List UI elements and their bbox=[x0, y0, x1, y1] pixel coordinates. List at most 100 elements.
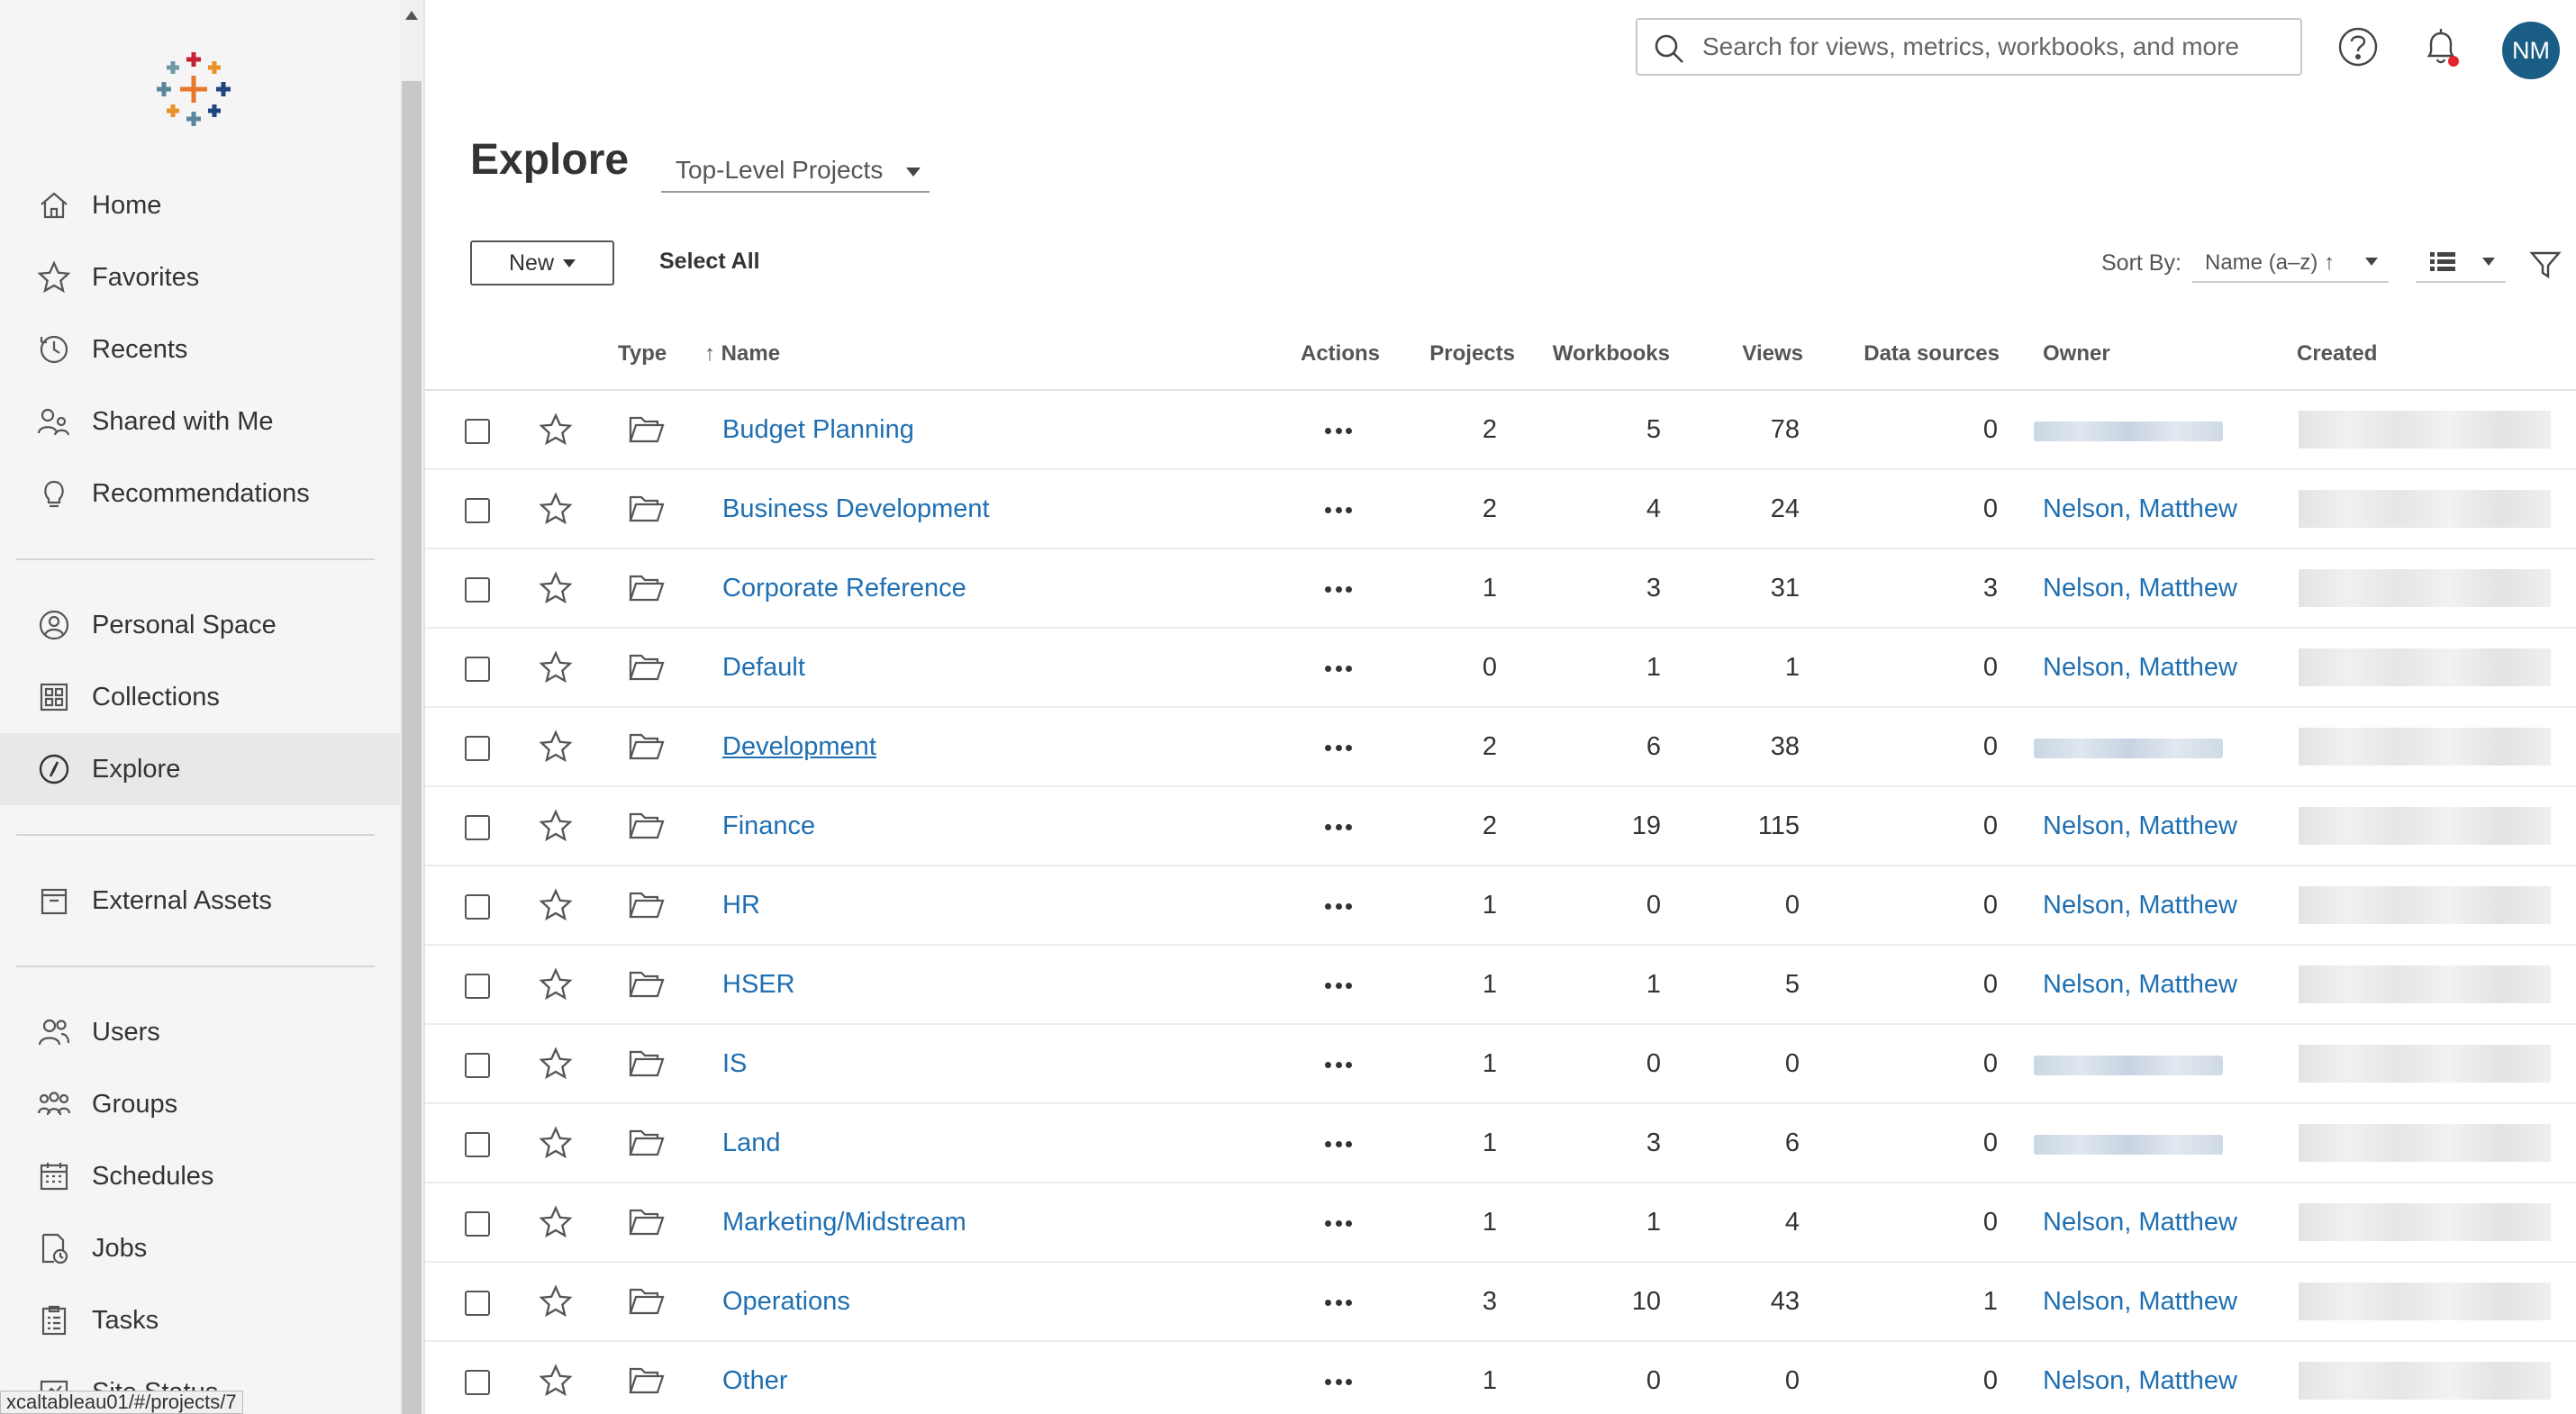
help-icon[interactable] bbox=[2336, 25, 2380, 68]
table-row[interactable]: Other 1 0 0 0 Nelson, Matthew bbox=[425, 1342, 2576, 1414]
table-row[interactable]: Marketing/Midstream 1 1 4 0 Nelson, Matthew bbox=[425, 1183, 2576, 1263]
row-checkbox[interactable] bbox=[465, 815, 490, 840]
favorite-star-icon[interactable] bbox=[539, 967, 573, 1002]
column-header-data-sources[interactable]: Data sources bbox=[1812, 333, 2000, 391]
favorite-star-icon[interactable] bbox=[539, 1047, 573, 1081]
user-avatar[interactable]: NM bbox=[2502, 22, 2560, 79]
row-checkbox[interactable] bbox=[465, 419, 490, 444]
table-row[interactable]: Finance 2 19 115 0 Nelson, Matthew bbox=[425, 787, 2576, 866]
tableau-logo-icon[interactable] bbox=[153, 49, 234, 130]
owner-link[interactable]: Nelson, Matthew bbox=[2043, 629, 2237, 706]
row-checkbox[interactable] bbox=[465, 657, 490, 682]
project-name-link[interactable]: Development bbox=[722, 708, 876, 785]
favorite-star-icon[interactable] bbox=[539, 888, 573, 922]
select-all-button[interactable]: Select All bbox=[659, 249, 760, 275]
more-actions-icon[interactable] bbox=[1325, 824, 1352, 831]
column-header-owner[interactable]: Owner bbox=[2043, 333, 2110, 391]
more-actions-icon[interactable] bbox=[1325, 1141, 1352, 1148]
more-actions-icon[interactable] bbox=[1325, 745, 1352, 752]
table-row[interactable]: IS 1 0 0 0 bbox=[425, 1025, 2576, 1104]
row-checkbox[interactable] bbox=[465, 736, 490, 761]
row-checkbox[interactable] bbox=[465, 498, 490, 523]
project-name-link[interactable]: Land bbox=[722, 1104, 781, 1182]
sidebar-item-schedules[interactable]: Schedules bbox=[0, 1140, 400, 1212]
table-row[interactable]: Land 1 3 6 0 bbox=[425, 1104, 2576, 1183]
sidebar-item-external-assets[interactable]: External Assets bbox=[0, 865, 400, 937]
table-row[interactable]: Default 0 1 1 0 Nelson, Matthew bbox=[425, 629, 2576, 708]
favorite-star-icon[interactable] bbox=[539, 1205, 573, 1239]
column-header-workbooks[interactable]: Workbooks bbox=[1524, 333, 1670, 391]
table-row[interactable]: HSER 1 1 5 0 Nelson, Matthew bbox=[425, 946, 2576, 1025]
table-row[interactable]: Operations 3 10 43 1 Nelson, Matthew bbox=[425, 1263, 2576, 1342]
column-header-projects[interactable]: Projects bbox=[1389, 333, 1515, 391]
table-row[interactable]: Corporate Reference 1 3 31 3 Nelson, Matthew bbox=[425, 549, 2576, 629]
project-name-link[interactable]: Finance bbox=[722, 787, 815, 865]
column-header-type[interactable]: Type bbox=[618, 333, 667, 391]
owner-link[interactable]: Nelson, Matthew bbox=[2043, 1183, 2237, 1261]
sidebar-item-users[interactable]: Users bbox=[0, 996, 400, 1068]
project-name-link[interactable]: Budget Planning bbox=[722, 391, 914, 468]
favorite-star-icon[interactable] bbox=[539, 1284, 573, 1319]
sidebar-item-recommendations[interactable]: Recommendations bbox=[0, 458, 400, 530]
view-mode-dropdown[interactable] bbox=[2416, 240, 2506, 283]
project-name-link[interactable]: HR bbox=[722, 866, 760, 944]
owner-link[interactable]: Nelson, Matthew bbox=[2043, 1263, 2237, 1340]
table-row[interactable]: Business Development 2 4 24 0 Nelson, Matthew bbox=[425, 470, 2576, 549]
favorite-star-icon[interactable] bbox=[539, 809, 573, 843]
row-checkbox[interactable] bbox=[465, 894, 490, 920]
row-checkbox[interactable] bbox=[465, 1370, 490, 1395]
sidebar-item-collections[interactable]: Collections bbox=[0, 661, 400, 733]
owner-link[interactable]: Nelson, Matthew bbox=[2043, 470, 2237, 548]
table-row[interactable]: Development 2 6 38 0 bbox=[425, 708, 2576, 787]
sidebar-item-explore[interactable]: Explore bbox=[0, 733, 400, 805]
favorite-star-icon[interactable] bbox=[539, 1126, 573, 1160]
sort-by-dropdown[interactable]: Name (a–z) ↑ bbox=[2192, 240, 2389, 283]
more-actions-icon[interactable] bbox=[1325, 428, 1352, 435]
project-name-link[interactable]: Other bbox=[722, 1342, 788, 1414]
favorite-star-icon[interactable] bbox=[539, 730, 573, 764]
sidebar-item-personal-space[interactable]: Personal Space bbox=[0, 589, 400, 661]
sidebar-item-shared-with-me[interactable]: Shared with Me bbox=[0, 385, 400, 458]
owner-link[interactable]: Nelson, Matthew bbox=[2043, 549, 2237, 627]
favorite-star-icon[interactable] bbox=[539, 650, 573, 684]
row-checkbox[interactable] bbox=[465, 974, 490, 999]
scroll-up-arrow-icon[interactable] bbox=[405, 11, 418, 20]
more-actions-icon[interactable] bbox=[1325, 1220, 1352, 1228]
favorite-star-icon[interactable] bbox=[539, 492, 573, 526]
sidebar-scrollbar[interactable] bbox=[400, 0, 423, 1414]
owner-link[interactable]: Nelson, Matthew bbox=[2043, 1342, 2237, 1414]
project-name-link[interactable]: IS bbox=[722, 1025, 747, 1102]
sidebar-item-home[interactable]: Home bbox=[0, 169, 400, 241]
project-name-link[interactable]: Business Development bbox=[722, 470, 990, 548]
owner-link[interactable]: Nelson, Matthew bbox=[2043, 787, 2237, 865]
new-button[interactable]: New bbox=[470, 240, 614, 286]
global-search-input[interactable]: Search for views, metrics, workbooks, an… bbox=[1636, 18, 2302, 76]
favorite-star-icon[interactable] bbox=[539, 571, 573, 605]
scrollbar-thumb[interactable] bbox=[402, 81, 422, 1414]
filter-icon[interactable] bbox=[2529, 249, 2562, 281]
table-row[interactable]: HR 1 0 0 0 Nelson, Matthew bbox=[425, 866, 2576, 946]
more-actions-icon[interactable] bbox=[1325, 1062, 1352, 1069]
notifications-bell-icon[interactable] bbox=[2419, 25, 2463, 68]
more-actions-icon[interactable] bbox=[1325, 586, 1352, 594]
sidebar-item-jobs[interactable]: Jobs bbox=[0, 1212, 400, 1284]
more-actions-icon[interactable] bbox=[1325, 1300, 1352, 1307]
row-checkbox[interactable] bbox=[465, 1132, 490, 1157]
row-checkbox[interactable] bbox=[465, 577, 490, 603]
more-actions-icon[interactable] bbox=[1325, 507, 1352, 514]
column-header-name[interactable]: ↑ Name bbox=[704, 333, 780, 391]
owner-link[interactable]: Nelson, Matthew bbox=[2043, 866, 2237, 944]
row-checkbox[interactable] bbox=[465, 1291, 490, 1316]
column-header-views[interactable]: Views bbox=[1677, 333, 1803, 391]
sidebar-item-favorites[interactable]: Favorites bbox=[0, 241, 400, 313]
sidebar-item-groups[interactable]: Groups bbox=[0, 1068, 400, 1140]
row-checkbox[interactable] bbox=[465, 1053, 490, 1078]
project-name-link[interactable]: Operations bbox=[722, 1263, 850, 1340]
project-name-link[interactable]: Corporate Reference bbox=[722, 549, 966, 627]
project-name-link[interactable]: HSER bbox=[722, 946, 795, 1023]
favorite-star-icon[interactable] bbox=[539, 412, 573, 447]
favorite-star-icon[interactable] bbox=[539, 1364, 573, 1398]
table-row[interactable]: Budget Planning 2 5 78 0 bbox=[425, 391, 2576, 470]
sidebar-item-recents[interactable]: Recents bbox=[0, 313, 400, 385]
column-header-created[interactable]: Created bbox=[2297, 333, 2377, 391]
